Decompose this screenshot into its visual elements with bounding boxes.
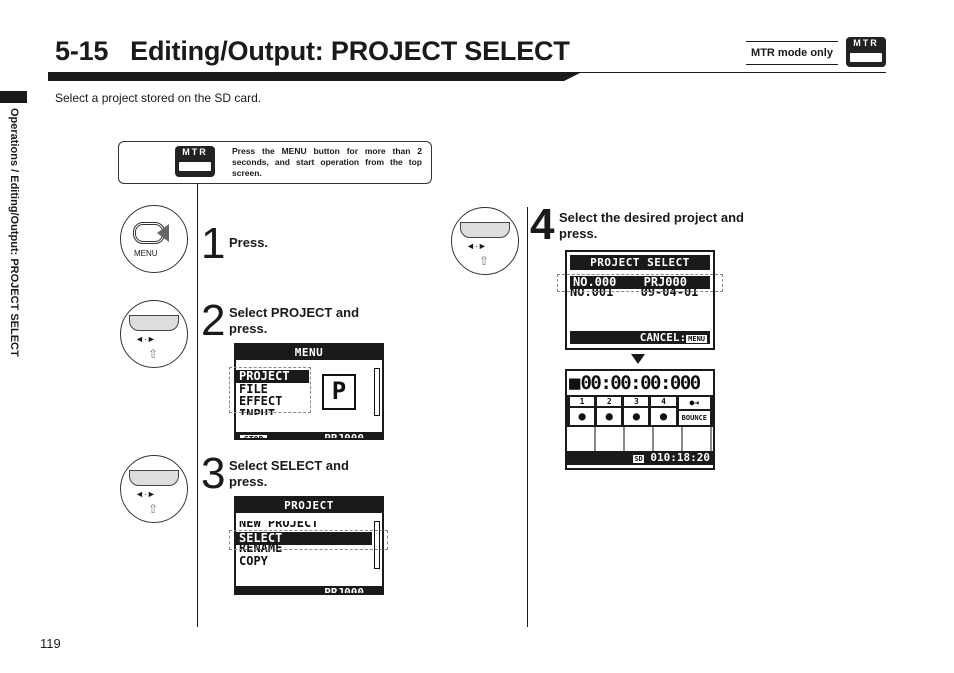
bounce-icon: ●⇥	[678, 397, 711, 409]
page-title: 5-15 Editing/Output: PROJECT SELECT	[55, 36, 570, 66]
step-number: 4	[530, 200, 555, 249]
pan-knob-icon: ●	[651, 408, 676, 425]
lcd-header: MENU	[236, 345, 382, 360]
lcd-project-select-screen: PROJECT SELECT NO.000 PRJ000 NO.001 09-0…	[565, 250, 715, 350]
stop-icon: ■	[569, 372, 581, 394]
page-number: 119	[40, 636, 61, 651]
dial-shape	[129, 470, 179, 486]
scrollbar[interactable]	[374, 368, 380, 416]
side-tab-marker	[0, 91, 27, 103]
intro-text: Select a project stored on the SD card.	[55, 91, 262, 105]
stop-label: STOP	[240, 435, 268, 438]
lcd-header: PROJECT	[236, 498, 382, 513]
lcd-footer: STOP PRJ000	[236, 432, 382, 440]
lcd-footer: CANCEL: MENU	[570, 331, 710, 344]
mtr-mode-icon: MTR	[846, 37, 886, 67]
press-up-arrow: ⇧	[148, 347, 159, 361]
dial-press-icon: ◄·► ⇧	[451, 207, 519, 275]
arrow-down-icon	[631, 354, 645, 364]
project-name: PRJ000	[324, 586, 364, 595]
track-1[interactable]: 1 ●	[570, 397, 595, 425]
press-up-arrow: ⇧	[479, 254, 490, 268]
step-text: Select the desired project and press.	[559, 210, 744, 241]
press-up-arrow: ⇧	[148, 502, 159, 516]
track-2[interactable]: 2 ●	[597, 397, 622, 425]
lcd-footer: PRJ000	[236, 586, 382, 595]
press-arrow-icon	[157, 224, 169, 242]
mtr-badge-text: MTR	[853, 38, 879, 48]
bounce-block[interactable]: ●⇥ BOUNCE	[678, 397, 711, 425]
bounce-label: BOUNCE	[678, 411, 711, 425]
lcd-footer: SD 010:18:20	[567, 451, 713, 465]
dial-shape	[460, 222, 510, 238]
step-number: 2	[201, 296, 226, 345]
mtr-keys-icon	[849, 52, 883, 63]
step-number: 3	[201, 449, 226, 498]
menu-key-label: MENU	[686, 335, 707, 343]
step-text: Press.	[229, 235, 269, 250]
project-name: PRJ000	[324, 432, 364, 440]
project-folder-icon: P	[322, 374, 356, 410]
level-meters	[567, 427, 713, 451]
pan-knob-icon: ●	[624, 408, 649, 425]
pan-knob-icon: ●	[597, 408, 622, 425]
sd-card-icon: SD	[633, 455, 644, 463]
dial-press-icon: ◄·► ⇧	[120, 300, 188, 368]
dial-arrows: ◄·►	[135, 334, 156, 344]
track-number: 1	[570, 397, 595, 406]
mtr-keys-icon	[178, 161, 212, 172]
note-badge-text: MTR	[182, 147, 208, 157]
lcd-menu-item: COPY	[239, 553, 268, 568]
lcd-header: PROJECT SELECT	[570, 255, 710, 270]
track-number: 3	[624, 397, 649, 406]
note-text: Press the MENU button for more than 2 se…	[232, 146, 422, 178]
mtr-mode-only-label: MTR mode only	[746, 41, 838, 65]
cancel-label: CANCEL:	[639, 331, 687, 344]
title-rule	[48, 72, 886, 73]
column-divider	[197, 183, 198, 627]
dial-arrows: ◄·►	[135, 489, 156, 499]
track-3[interactable]: 3 ●	[624, 397, 649, 425]
track-number: 4	[651, 397, 676, 406]
title-underline-bar	[48, 73, 580, 81]
column-divider	[527, 207, 528, 627]
lcd-menu-item: NEW PROJECT	[239, 521, 319, 528]
pan-knob-icon: ●	[570, 408, 595, 425]
dial-press-icon: ◄·► ⇧	[120, 455, 188, 523]
track-4[interactable]: 4 ●	[651, 397, 676, 425]
side-section-label: Operations / Editing/Output: PROJECT SEL…	[8, 108, 20, 357]
remaining-time: 010:18:20	[650, 451, 710, 464]
selection-highlight	[229, 367, 311, 413]
step-text: Select PROJECT and press.	[229, 305, 360, 336]
lcd-top-screen: ■00:00:00:000 1 ● 2 ● 3 ● 4 ● ●⇥ BOUNCE …	[565, 369, 715, 470]
track-number: 2	[597, 397, 622, 406]
note-mtr-icon: MTR	[175, 146, 215, 177]
dial-shape	[129, 315, 179, 331]
selection-highlight	[557, 274, 723, 292]
step-number: 1	[201, 219, 226, 268]
step-text: Select SELECT and press.	[229, 458, 349, 489]
menu-label: MENU	[134, 249, 158, 258]
selection-highlight	[229, 530, 388, 550]
time-counter: 00:00:00:000	[580, 372, 701, 394]
menu-button-icon: MENU	[120, 205, 188, 273]
dial-arrows: ◄·►	[466, 241, 487, 251]
